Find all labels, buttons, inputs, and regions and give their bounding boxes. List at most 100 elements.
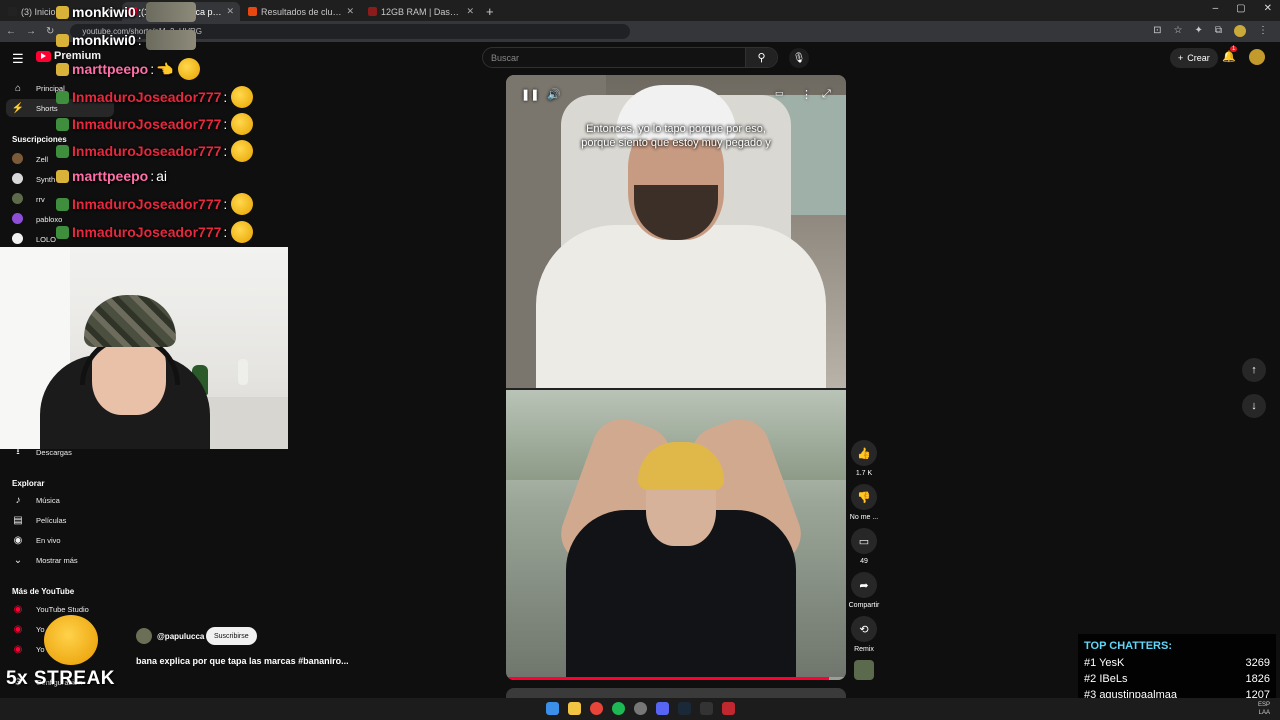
camo-cap: [84, 295, 176, 347]
top-chatter-row: #2 IBeLs 1826: [1084, 673, 1270, 689]
sidebar-item-explore[interactable]: ◉ En vivo: [0, 531, 115, 549]
progress-bar[interactable]: [506, 677, 846, 680]
comment-icon: ▭: [851, 528, 877, 554]
sidebar-item-explore[interactable]: ▤ Películas: [0, 511, 115, 529]
app-icon[interactable]: [700, 702, 713, 715]
chat-message: monkiwi0:: [56, 30, 196, 50]
extensions-puzzle-icon[interactable]: ⧉: [1215, 25, 1222, 37]
tab-favicon-icon: [368, 7, 377, 16]
system-tray: ESP LAA: [1258, 701, 1270, 717]
forward-icon[interactable]: →: [26, 26, 36, 37]
sidebar-item-label: Mostrar más: [36, 555, 78, 565]
short-video-player[interactable]: ❚❚ 🔊 ▭ ⋮ ⤢ Entonces, yo lo tapo porque p…: [506, 75, 846, 680]
microphone-icon[interactable]: 🎙: [789, 48, 809, 68]
comments-button[interactable]: ▭ 49: [851, 528, 877, 565]
maximize-icon[interactable]: ▢: [1236, 3, 1245, 14]
chat-separator: :: [137, 32, 142, 48]
chatter-count: 1826: [1245, 673, 1270, 685]
steam-icon[interactable]: [678, 702, 691, 715]
chat-text: ai: [156, 168, 168, 184]
tray-language[interactable]: ESP: [1258, 701, 1270, 709]
sidebar-item-label: Yo: [36, 624, 45, 634]
chat-emote: [231, 86, 254, 108]
close-window-icon[interactable]: ✕: [1264, 3, 1272, 14]
youtube-app-icon: ◉: [13, 623, 23, 635]
sidebar-item-explore[interactable]: ⌄ Mostrar más: [0, 551, 115, 569]
chevron-down-icon: ⌄: [13, 554, 23, 566]
file-explorer-icon[interactable]: [568, 702, 581, 715]
captions-icon[interactable]: ▭: [775, 88, 784, 99]
tray-region[interactable]: LAA: [1258, 709, 1270, 717]
menu-icon[interactable]: ☰: [12, 51, 24, 67]
extension-icons: ⊡ ☆ ✦ ⧉ ⋮: [1153, 25, 1268, 37]
browser-tab[interactable]: 12GB RAM | Dashboard ✕: [362, 2, 480, 21]
short-title[interactable]: bana explica por que tapa las marcas #ba…: [136, 656, 349, 666]
user-avatar[interactable]: [1249, 49, 1265, 65]
install-icon[interactable]: ⊡: [1153, 25, 1161, 37]
channel-avatar[interactable]: [136, 628, 152, 644]
subscription-label: LOLO: [36, 234, 57, 244]
top-chatters-title: TOP CHATTERS:: [1084, 640, 1173, 652]
reload-icon[interactable]: ↻: [46, 26, 54, 37]
chat-username: InmaduroJoseador777: [72, 196, 222, 212]
youtube-app-icon: ◉: [13, 603, 23, 615]
arrow-down-icon: ↓: [1251, 400, 1257, 412]
channel-name[interactable]: @papulucca: [157, 632, 204, 641]
action-label: 49: [860, 558, 868, 565]
recording-app-icon[interactable]: [722, 702, 735, 715]
tab-close-icon[interactable]: ✕: [466, 6, 474, 17]
share-button[interactable]: ➦ Compartir: [849, 572, 879, 609]
bookmark-star-icon[interactable]: ☆: [1174, 25, 1183, 37]
top-chatter-row: #1 YesK 3269: [1084, 657, 1270, 673]
extension-icon[interactable]: ✦: [1194, 25, 1202, 37]
obs-icon[interactable]: [634, 702, 647, 715]
tab-close-icon[interactable]: ✕: [346, 6, 354, 17]
chrome-icon[interactable]: [590, 702, 603, 715]
menu-dots-icon[interactable]: ⋮: [1258, 25, 1268, 37]
sidebar-item-more[interactable]: ◉ YouTube Studio: [0, 600, 115, 618]
action-label: 1.7 K: [855, 470, 873, 477]
subscription-avatar: [12, 233, 23, 244]
tab-title: Resultados de cluster a z en Sh: [261, 6, 342, 17]
fullscreen-icon[interactable]: ⤢: [822, 88, 831, 101]
like-button[interactable]: 👍 1.7 K: [851, 440, 877, 477]
sound-avatar[interactable]: [854, 660, 874, 680]
chat-badge-icon: [56, 117, 69, 131]
sidebar-item-label: YouTube Studio: [36, 604, 89, 614]
previous-short-button[interactable]: ↑: [1242, 358, 1266, 382]
window-controls: – ▢ ✕: [1213, 3, 1272, 14]
pause-icon[interactable]: ❚❚: [521, 88, 539, 101]
chat-badge-icon: [56, 90, 69, 104]
browser-tab[interactable]: Resultados de cluster a z en Sh ✕: [242, 2, 360, 21]
subscription-label: Zell: [36, 154, 49, 164]
minimize-icon[interactable]: –: [1213, 3, 1219, 14]
chat-emote: [231, 140, 254, 162]
chat-username: monkiwi0: [72, 4, 136, 20]
subscribe-button[interactable]: Suscribirse: [206, 627, 257, 645]
sidebar-item-explore[interactable]: ♪ Música: [0, 491, 115, 509]
discord-icon[interactable]: [656, 702, 669, 715]
next-short-button[interactable]: ↓: [1242, 394, 1266, 418]
chat-badge-icon: [56, 169, 69, 183]
chat-badge-icon: [56, 197, 69, 211]
chat-separator: :: [150, 168, 155, 184]
back-icon[interactable]: ←: [6, 26, 16, 37]
search-box: ⚲: [482, 47, 778, 68]
profile-avatar[interactable]: [1234, 25, 1246, 37]
search-input[interactable]: [483, 52, 745, 63]
search-icon[interactable]: ⚲: [745, 48, 777, 67]
chat-message: marttpeepo: ai: [56, 168, 167, 184]
webcam-overlay: [0, 247, 288, 449]
chat-username: InmaduroJoseador777: [72, 224, 222, 240]
tab-close-icon[interactable]: ✕: [226, 6, 234, 17]
volume-icon[interactable]: 🔊: [547, 88, 561, 101]
create-button[interactable]: + Crear: [1170, 48, 1218, 68]
windows-start-icon[interactable]: [546, 702, 559, 715]
more-options-icon[interactable]: ⋮: [801, 88, 812, 101]
new-tab-button[interactable]: +: [486, 2, 494, 21]
spotify-icon[interactable]: [612, 702, 625, 715]
dislike-button[interactable]: 👎 No me ...: [850, 484, 878, 521]
youtube-play-icon: [36, 50, 51, 62]
remix-button[interactable]: ⟲ Remix: [851, 616, 877, 653]
chatter-name-group: #1 YesK: [1084, 657, 1124, 673]
